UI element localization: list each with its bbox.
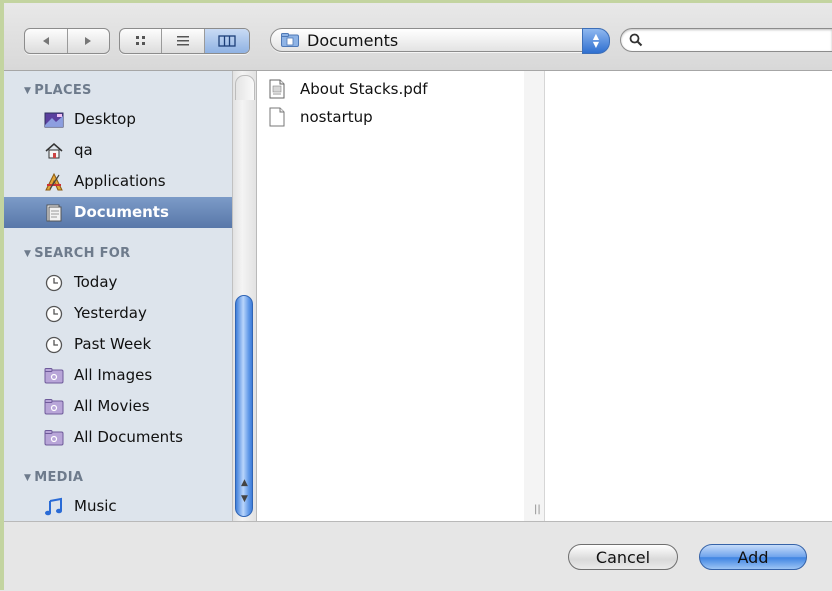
music-note-icon xyxy=(45,497,62,516)
window-edge xyxy=(0,0,4,590)
add-button[interactable]: Add xyxy=(699,544,807,570)
sidebar-item-all-movies[interactable]: All Movies xyxy=(0,391,232,422)
triangle-right-icon xyxy=(85,37,92,45)
window-edge xyxy=(0,0,832,3)
search-input[interactable] xyxy=(649,31,823,49)
back-forward-control xyxy=(24,28,110,54)
popup-arrows-icon: ▲ ▼ xyxy=(582,28,610,54)
clock-icon xyxy=(45,274,63,292)
magnifier-icon xyxy=(629,33,643,47)
sidebar-item-all-images[interactable]: All Images xyxy=(0,360,232,391)
disclosure-triangle-icon: ▼ xyxy=(24,249,32,259)
sidebar-item-qa[interactable]: qa xyxy=(0,135,232,166)
sidebar-item-desktop[interactable]: Desktop xyxy=(0,104,232,135)
clock-icon xyxy=(45,336,63,354)
grid-icon xyxy=(135,36,145,45)
triangle-left-icon xyxy=(42,37,49,45)
sidebar-item-all-documents[interactable]: All Documents xyxy=(0,422,232,453)
back-button[interactable] xyxy=(25,29,68,53)
scroll-down-arrow-icon[interactable]: ▼ xyxy=(233,491,256,507)
pdf-document-icon xyxy=(269,79,285,99)
home-icon xyxy=(45,143,63,159)
file-row[interactable]: About Stacks.pdf xyxy=(257,75,523,103)
documents-folder-icon xyxy=(46,204,62,222)
icon-view-button[interactable] xyxy=(120,29,163,53)
scrollbar-track-cap xyxy=(235,75,255,100)
sidebar-item-today[interactable]: Today xyxy=(0,267,232,298)
disclosure-triangle-icon: ▼ xyxy=(24,473,32,483)
smart-folder-icon xyxy=(44,399,64,415)
documents-folder-icon xyxy=(281,33,299,47)
sidebar-item-documents[interactable]: Documents xyxy=(0,197,232,228)
sidebar-header-media[interactable]: ▼ MEDIA xyxy=(24,470,83,485)
cancel-button[interactable]: Cancel xyxy=(568,544,678,570)
column-resize-grip-icon[interactable]: || xyxy=(534,504,541,515)
path-popup-label: Documents xyxy=(307,30,399,50)
browser-column-preview xyxy=(545,71,832,521)
sidebar: ▼ PLACES Desktop qa Applications Documen… xyxy=(0,71,232,521)
scroll-up-arrow-icon[interactable]: ▲ xyxy=(233,475,256,491)
applications-icon xyxy=(45,172,63,191)
desktop-icon xyxy=(44,112,64,128)
list-view-button[interactable] xyxy=(162,29,205,53)
browser-column-documents: About Stacks.pdf nostartup xyxy=(257,71,525,521)
list-icon xyxy=(177,36,190,46)
browser-column-empty: || xyxy=(524,71,545,521)
sidebar-item-music[interactable]: Music xyxy=(0,491,232,521)
sidebar-item-yesterday[interactable]: Yesterday xyxy=(0,298,232,329)
sidebar-header-search-for[interactable]: ▼ SEARCH FOR xyxy=(24,246,130,261)
columns-icon xyxy=(218,35,236,47)
sidebar-item-applications[interactable]: Applications xyxy=(0,166,232,197)
toolbar: Documents ▲ ▼ xyxy=(0,0,832,71)
clock-icon xyxy=(45,305,63,323)
file-row[interactable]: nostartup xyxy=(257,103,523,131)
smart-folder-icon xyxy=(44,430,64,446)
path-popup[interactable]: Documents ▲ ▼ xyxy=(270,28,610,54)
sidebar-item-past-week[interactable]: Past Week xyxy=(0,329,232,360)
search-field[interactable] xyxy=(620,28,832,52)
disclosure-triangle-icon: ▼ xyxy=(24,86,32,96)
column-view-button[interactable] xyxy=(204,29,249,53)
smart-folder-icon xyxy=(44,368,64,384)
forward-button[interactable] xyxy=(68,29,110,53)
dialog-button-bar: Cancel Add xyxy=(0,521,832,591)
view-mode-control xyxy=(119,28,250,54)
sidebar-header-places[interactable]: ▼ PLACES xyxy=(24,83,92,98)
file-open-dialog: Documents ▲ ▼ ▼ PLACES Desktop qa Applic… xyxy=(0,0,832,591)
sidebar-scrollbar[interactable]: ▲ ▼ xyxy=(232,71,257,521)
blank-document-icon xyxy=(269,107,285,127)
